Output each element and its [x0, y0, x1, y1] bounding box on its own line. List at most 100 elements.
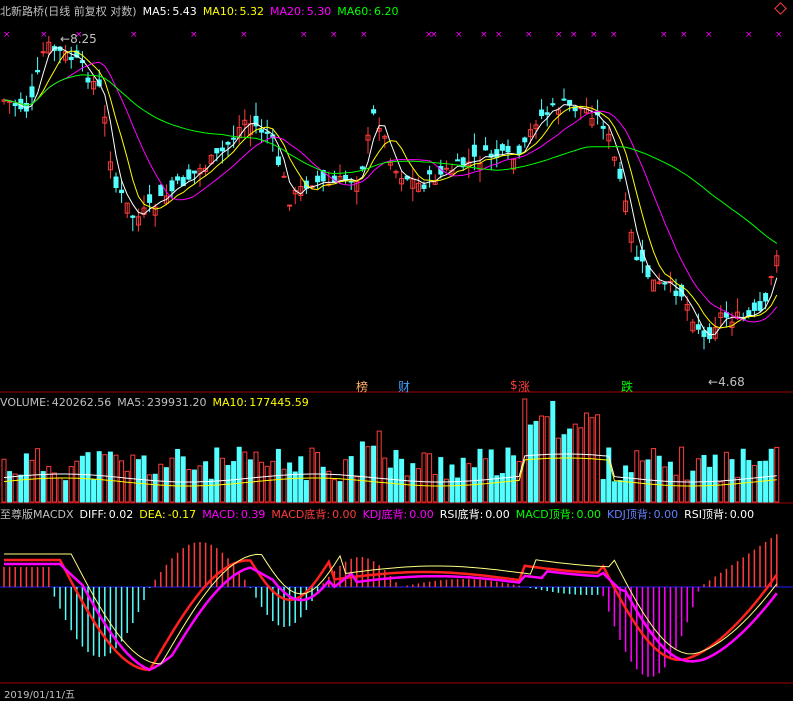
vol-ma5-value: 239931.20 [147, 396, 207, 409]
volume-bar [656, 455, 662, 503]
volume-bar [85, 452, 91, 503]
candle-body [175, 176, 181, 181]
volume-bar [382, 457, 388, 503]
volume-bar [595, 414, 601, 503]
top-marker-icon: × [3, 30, 11, 40]
volume-bar [376, 430, 382, 503]
top-marker-icon: × [240, 30, 248, 40]
volume-bar [337, 481, 343, 503]
volume-bar [763, 460, 769, 503]
top-marker-icon: × [330, 30, 338, 40]
volume-bar [371, 445, 377, 503]
volume-bar [679, 446, 685, 503]
volume-bar [746, 460, 752, 503]
candle-body [281, 175, 287, 178]
rsi-bottom-value: 0.00 [485, 508, 510, 521]
volume-bar [96, 451, 102, 503]
candle-body [600, 125, 606, 129]
volume-bar [511, 455, 517, 503]
candle-body [29, 86, 35, 98]
macd-label: MACD: [202, 508, 239, 521]
kline-chart[interactable]: × × × × × × × × × ×× × × × × × × × × × × × × × [0, 0, 793, 697]
volume-bar [690, 470, 696, 503]
date-cursor: 2019/01/11/五 [4, 690, 76, 701]
marker-bang[interactable]: 榜 [356, 378, 368, 395]
kdj-bottom-label: KDJ底背: [362, 508, 408, 521]
volume-bar [175, 448, 181, 503]
high-price-label: ←8.25 [60, 32, 97, 46]
volume-bar [600, 479, 606, 503]
volume-bar [393, 450, 399, 503]
indicator-name[interactable]: 至尊版MACDX [0, 508, 74, 521]
volume-bar [443, 478, 449, 503]
macd-top-label: MACD顶背: [515, 508, 575, 521]
volume-bar [298, 456, 304, 503]
candle-body [443, 167, 449, 170]
volume-bar [684, 479, 690, 503]
volume-bar [572, 423, 578, 503]
candle-body [561, 98, 567, 101]
volume-bar [40, 471, 46, 503]
candle-body [130, 215, 136, 218]
volume-bar [12, 473, 18, 503]
volume-label: VOLUME: [0, 396, 50, 409]
kdj-top-value: 0.00 [653, 508, 679, 521]
volume-bar [544, 416, 550, 503]
volume-bar [578, 427, 584, 503]
candle-body [662, 282, 668, 285]
top-marker-icon: × [570, 30, 578, 40]
candle-body [522, 137, 528, 143]
marker-zhang[interactable]: 涨 [518, 378, 530, 395]
top-marker-icon: × [495, 30, 503, 40]
volume-bar [651, 448, 657, 503]
marker-dollar[interactable]: $ [510, 378, 518, 392]
top-marker-icon: × [300, 30, 308, 40]
vol-ma5-label: MA5: [117, 396, 146, 409]
top-marker-icon: × [610, 30, 618, 40]
candle-body [225, 141, 231, 145]
top-marker-icon: × [190, 30, 198, 40]
volume-bar [611, 481, 617, 503]
volume-bar [259, 461, 265, 503]
candle-body [371, 109, 377, 114]
volume-bar [46, 465, 52, 503]
volume-bar [555, 437, 561, 503]
kdj-bottom-value: 0.00 [409, 508, 434, 521]
vol-ma10-value: 177445.59 [249, 396, 309, 409]
volume-bar [673, 474, 679, 503]
candle-body [427, 170, 433, 175]
dea-label: DEA: [139, 508, 166, 521]
volume-bar [91, 479, 97, 503]
candle-body [169, 180, 175, 192]
volume-bar [494, 475, 500, 503]
candle-body [264, 131, 270, 134]
volume-bar [645, 459, 651, 503]
macd-bottom-value: 0.00 [332, 508, 357, 521]
marker-cai[interactable]: 财 [398, 378, 410, 395]
volume-bar [152, 473, 158, 503]
top-marker-icon: × [130, 30, 138, 40]
volume-bar [1, 458, 7, 503]
volume-bar [169, 457, 175, 503]
candle-body [68, 56, 74, 61]
volume-bar [214, 447, 220, 503]
marker-die[interactable]: 跌 [621, 378, 633, 395]
volume-bar [180, 456, 186, 503]
candle-body [191, 170, 197, 174]
top-marker-icon: × [455, 30, 463, 40]
candle-body [275, 156, 281, 166]
volume-bar [466, 463, 472, 503]
volume-bar [628, 472, 634, 503]
top-marker-icon: × [40, 30, 48, 40]
volume-bar [505, 447, 511, 503]
volume-bar [242, 451, 248, 503]
volume-bar [740, 448, 746, 503]
volume-bar [303, 480, 309, 503]
volume-bar [29, 459, 35, 503]
dea-value: -0.17 [167, 508, 197, 521]
volume-bar [287, 462, 293, 503]
volume-bar [147, 474, 153, 503]
volume-bar [315, 452, 321, 503]
volume-bar [18, 474, 24, 503]
candle-body [287, 204, 293, 207]
